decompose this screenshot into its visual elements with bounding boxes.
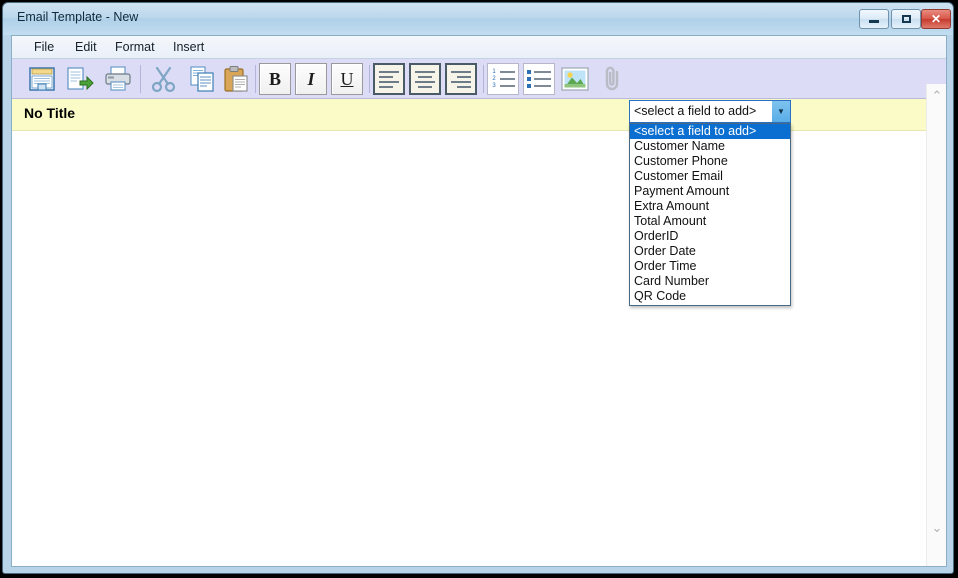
list-marker: 3 — [492, 83, 496, 89]
field-select-combo[interactable]: <select a field to add> ▼ — [629, 100, 791, 123]
save-icon — [29, 67, 55, 91]
dropdown-option[interactable]: Extra Amount — [630, 199, 790, 214]
client-area: File Edit Format Insert B I U 1 2 3 No T… — [11, 35, 947, 567]
toolbar-separator — [255, 65, 256, 93]
bulleted-list-button[interactable] — [523, 63, 555, 95]
dropdown-option[interactable]: QR Code — [630, 289, 790, 304]
application-window: Email Template - New ✕ File Edit Format … — [2, 2, 954, 574]
print-icon — [105, 66, 131, 91]
toolbar-separator — [140, 65, 141, 93]
scroll-up-icon[interactable]: ⌃ — [927, 86, 946, 104]
dropdown-option[interactable]: Card Number — [630, 274, 790, 289]
document-title: No Title — [24, 105, 76, 121]
attachment-button[interactable] — [597, 63, 629, 95]
close-button[interactable]: ✕ — [921, 9, 951, 29]
menu-bar: File Edit Format Insert — [12, 36, 946, 59]
close-icon: ✕ — [930, 12, 942, 26]
dropdown-option[interactable]: Customer Phone — [630, 154, 790, 169]
list-marker: 2 — [492, 76, 496, 82]
toolbar-separator — [369, 65, 370, 93]
toolbar: B I U 1 2 3 — [12, 59, 946, 99]
dropdown-option[interactable]: Payment Amount — [630, 184, 790, 199]
maximize-button[interactable] — [891, 9, 921, 29]
cut-button[interactable] — [148, 63, 180, 95]
bold-button[interactable]: B — [259, 63, 291, 95]
dropdown-option[interactable]: <select a field to add> — [630, 124, 790, 139]
document-title-banner: No Title — [12, 99, 946, 131]
print-button[interactable] — [102, 63, 134, 95]
dropdown-option[interactable]: Customer Email — [630, 169, 790, 184]
window-title: Email Template - New — [17, 10, 139, 24]
vertical-scrollbar[interactable]: ⌃ ⌄ — [926, 84, 946, 566]
dropdown-option[interactable]: Customer Name — [630, 139, 790, 154]
align-left-button[interactable] — [373, 63, 405, 95]
field-select-dropdown[interactable]: <select a field to add> Customer Name Cust… — [629, 123, 791, 306]
attachment-icon — [605, 66, 619, 91]
paste-button[interactable] — [220, 63, 252, 95]
menu-item-edit[interactable]: Edit — [69, 39, 103, 56]
scroll-down-icon[interactable]: ⌄ — [927, 518, 946, 536]
minimize-button[interactable] — [859, 9, 889, 29]
save-as-button[interactable] — [64, 63, 96, 95]
underline-button[interactable]: U — [331, 63, 363, 95]
numbered-list-button[interactable]: 1 2 3 — [487, 63, 519, 95]
menu-item-format[interactable]: Format — [109, 39, 161, 56]
chevron-down-icon[interactable]: ▼ — [772, 101, 790, 122]
title-bar: Email Template - New ✕ — [3, 3, 953, 35]
align-center-button[interactable] — [409, 63, 441, 95]
save-as-icon — [67, 67, 94, 91]
menu-item-file[interactable]: File — [28, 39, 60, 56]
insert-image-icon — [561, 67, 589, 91]
paste-icon — [224, 66, 248, 92]
dropdown-option[interactable]: Order Time — [630, 259, 790, 274]
field-select-value: <select a field to add> — [634, 104, 757, 118]
align-right-button[interactable] — [445, 63, 477, 95]
dropdown-option[interactable]: OrderID — [630, 229, 790, 244]
cut-icon — [151, 66, 176, 93]
minimize-icon — [860, 10, 888, 28]
italic-button[interactable]: I — [295, 63, 327, 95]
maximize-icon — [892, 10, 920, 28]
dropdown-option[interactable]: Order Date — [630, 244, 790, 259]
copy-button[interactable] — [186, 63, 218, 95]
list-marker: 1 — [492, 69, 496, 75]
insert-image-button[interactable] — [559, 63, 591, 95]
menu-item-insert[interactable]: Insert — [167, 39, 210, 56]
toolbar-separator — [483, 65, 484, 93]
email-body-editor[interactable] — [12, 131, 946, 566]
dropdown-option[interactable]: Total Amount — [630, 214, 790, 229]
save-button[interactable] — [26, 63, 58, 95]
copy-icon — [190, 66, 214, 92]
